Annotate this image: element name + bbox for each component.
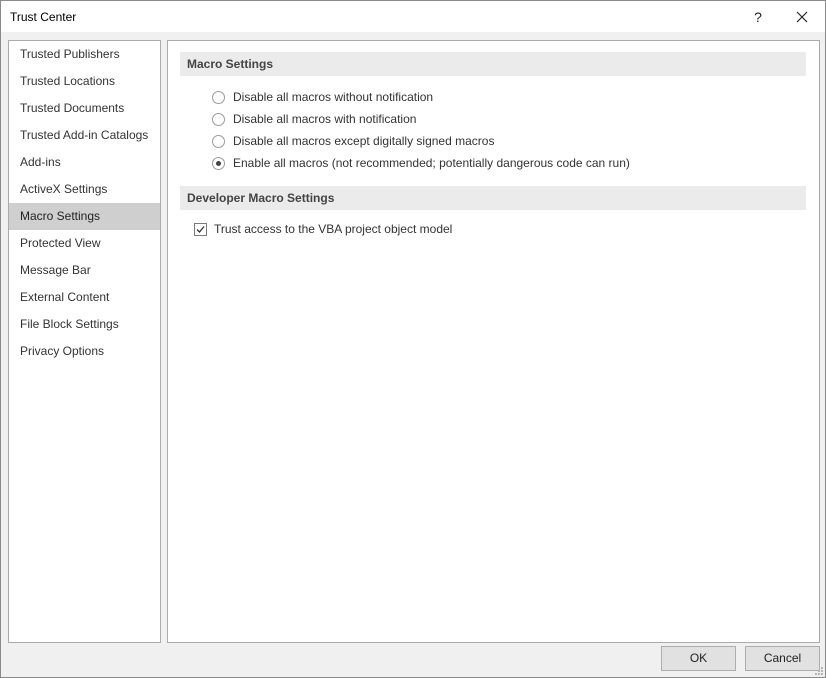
nav-item-protected-view[interactable]: Protected View	[9, 230, 160, 257]
close-button[interactable]	[779, 1, 825, 32]
nav-item-file-block-settings[interactable]: File Block Settings	[9, 311, 160, 338]
radio-disable-with-notification[interactable]: Disable all macros with notification	[212, 110, 416, 128]
radio-button[interactable]	[212, 112, 225, 126]
radio-button-selected[interactable]	[212, 156, 225, 170]
nav-item-trusted-add-in-catalogs[interactable]: Trusted Add-in Catalogs	[9, 122, 160, 149]
nav-item-trusted-locations[interactable]: Trusted Locations	[9, 68, 160, 95]
nav-item-macro-settings[interactable]: Macro Settings	[9, 203, 160, 230]
cancel-button[interactable]: Cancel	[745, 646, 820, 671]
nav-item-activex-settings[interactable]: ActiveX Settings	[9, 176, 160, 203]
macro-settings-header: Macro Settings	[180, 52, 806, 76]
radio-disable-except-signed[interactable]: Disable all macros except digitally sign…	[212, 132, 494, 150]
radio-button[interactable]	[212, 90, 225, 104]
radio-enable-all[interactable]: Enable all macros (not recommended; pote…	[212, 154, 630, 172]
radio-label: Disable all macros except digitally sign…	[233, 134, 495, 148]
window-title: Trust Center	[10, 10, 77, 24]
radio-label: Enable all macros (not recommended; pote…	[233, 156, 630, 170]
trust-vba-access-label: Trust access to the VBA project object m…	[214, 222, 453, 236]
category-nav: Trusted Publishers Trusted Locations Tru…	[8, 40, 161, 643]
settings-panel: Macro Settings Disable all macros withou…	[167, 40, 820, 643]
radio-button[interactable]	[212, 134, 225, 148]
nav-item-trusted-documents[interactable]: Trusted Documents	[9, 95, 160, 122]
trust-vba-access-checkbox[interactable]	[194, 222, 207, 236]
trust-center-dialog: Trust Center ? Trusted Publishers Truste…	[0, 0, 826, 678]
resize-grip-icon[interactable]	[814, 666, 824, 676]
check-icon	[196, 225, 205, 233]
nav-item-add-ins[interactable]: Add-ins	[9, 149, 160, 176]
nav-item-external-content[interactable]: External Content	[9, 284, 160, 311]
help-icon: ?	[754, 8, 762, 25]
nav-item-privacy-options[interactable]: Privacy Options	[9, 338, 160, 365]
radio-disable-no-notification[interactable]: Disable all macros without notification	[212, 88, 433, 106]
help-button[interactable]: ?	[735, 1, 781, 32]
trust-vba-access-option[interactable]: Trust access to the VBA project object m…	[194, 220, 452, 238]
close-icon	[796, 11, 808, 22]
radio-label: Disable all macros with notification	[233, 112, 417, 126]
nav-item-trusted-publishers[interactable]: Trusted Publishers	[9, 41, 160, 68]
nav-item-message-bar[interactable]: Message Bar	[9, 257, 160, 284]
ok-button[interactable]: OK	[661, 646, 736, 671]
title-bar: Trust Center ?	[1, 1, 825, 32]
developer-macro-settings-header: Developer Macro Settings	[180, 186, 806, 210]
radio-label: Disable all macros without notification	[233, 90, 434, 104]
